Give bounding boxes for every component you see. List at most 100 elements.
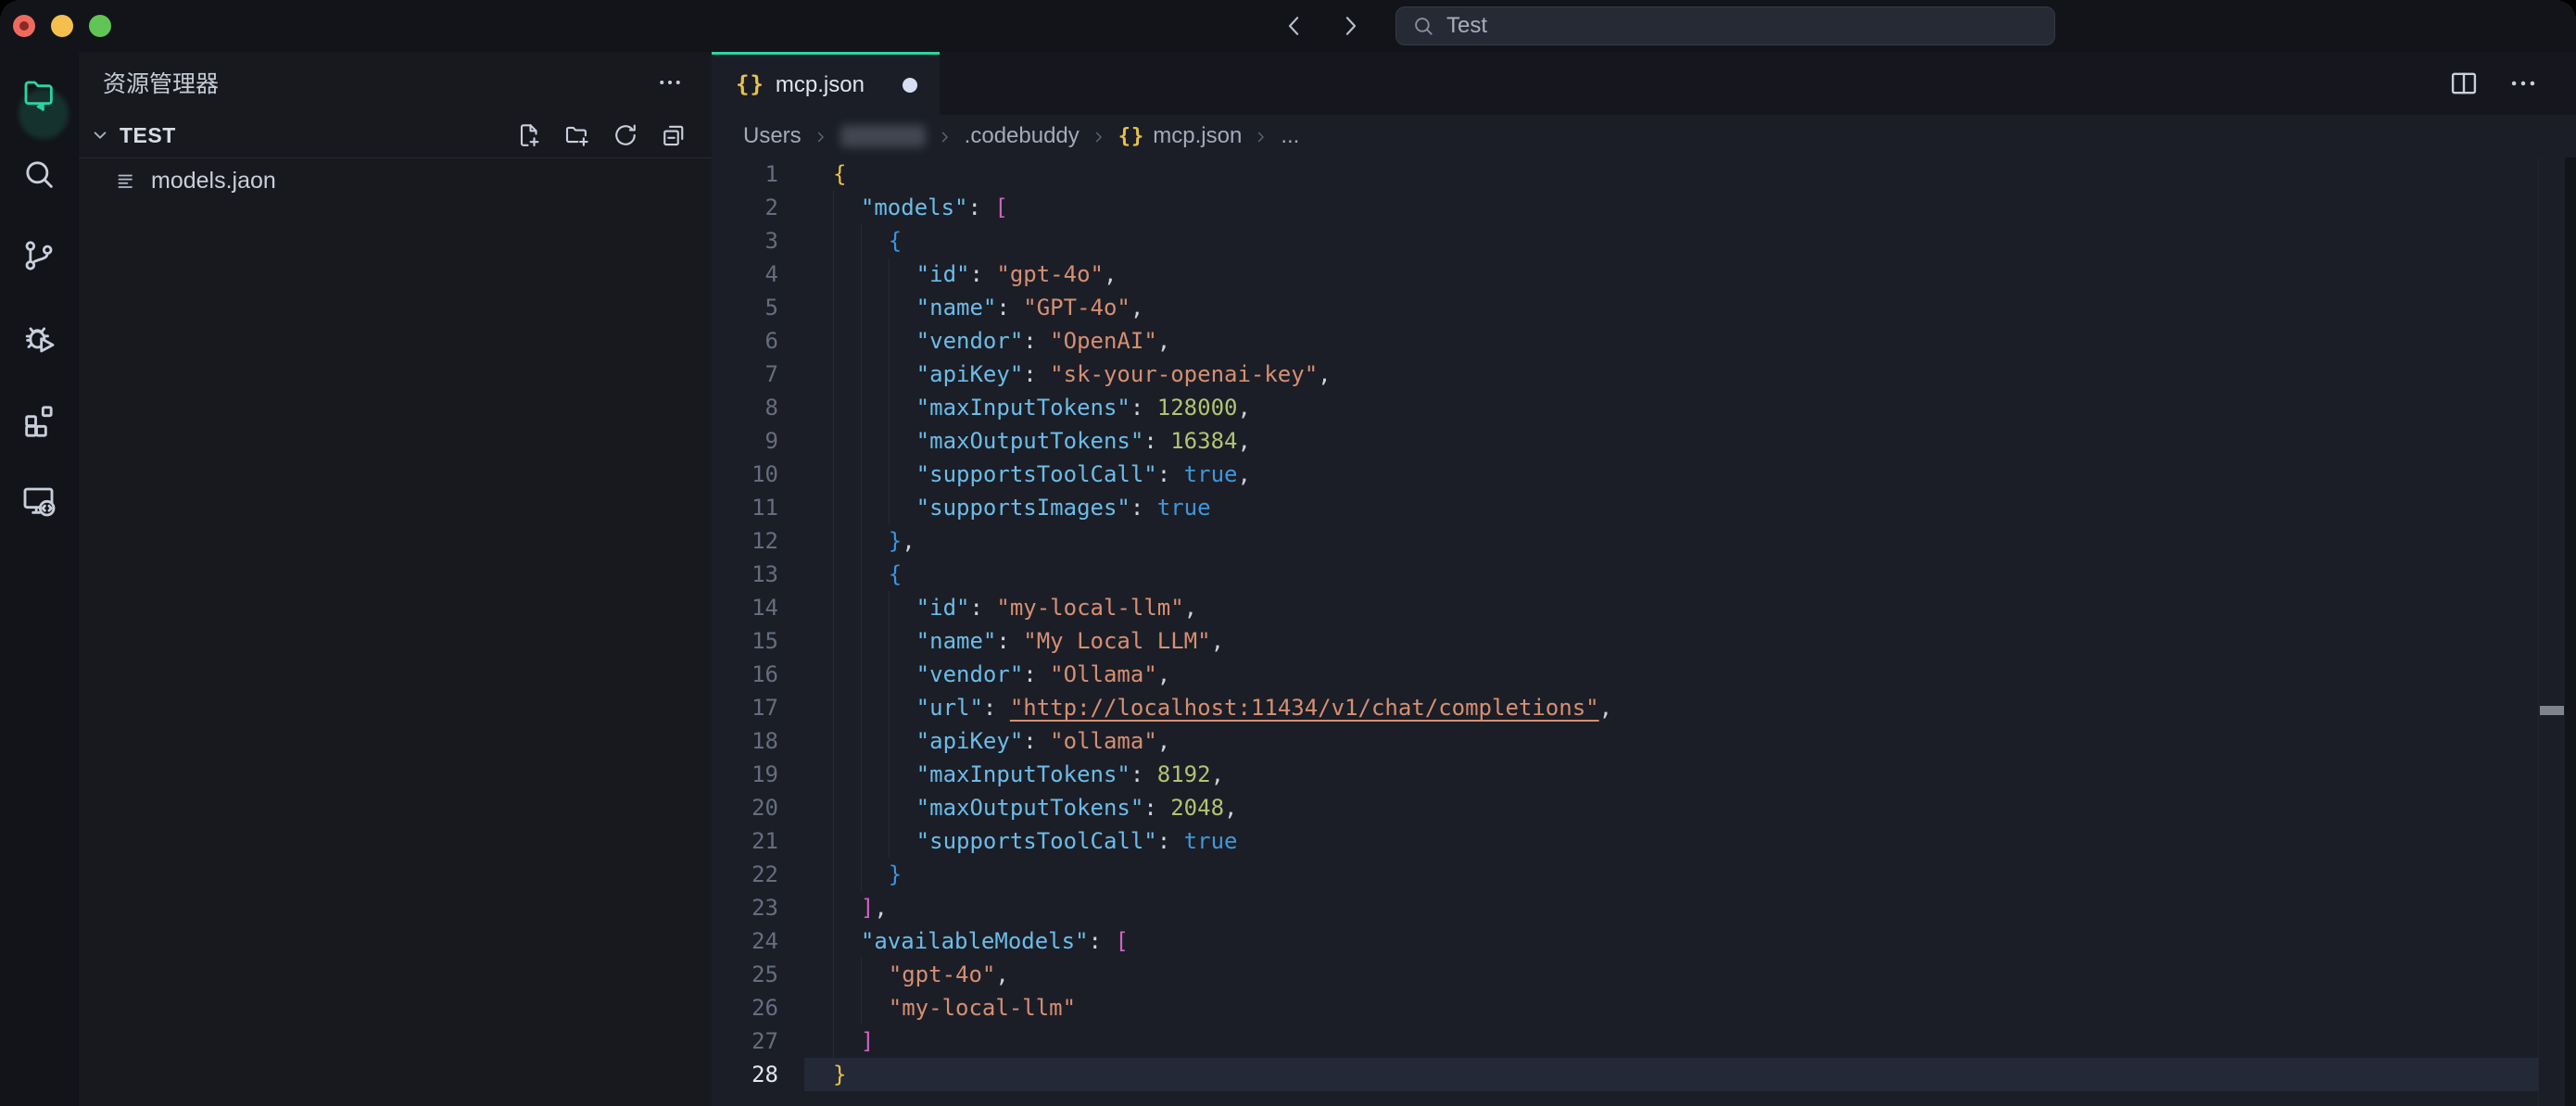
code-line-2[interactable]: 2"models": [ — [712, 191, 2576, 224]
line-number[interactable]: 24 — [712, 924, 778, 958]
code-line-20[interactable]: 20"maxOutputTokens": 2048, — [712, 791, 2576, 824]
new-folder-button[interactable] — [563, 121, 591, 149]
code-line-3[interactable]: 3{ — [712, 224, 2576, 258]
line-number[interactable]: 21 — [712, 824, 778, 858]
activity-item-source-control[interactable] — [0, 215, 78, 296]
explorer-section-header[interactable]: TEST — [79, 113, 712, 158]
forward-button[interactable] — [1336, 12, 1364, 40]
line-number[interactable]: 17 — [712, 691, 778, 724]
code-line-12[interactable]: 12}, — [712, 524, 2576, 558]
line-number[interactable]: 13 — [712, 558, 778, 591]
line-number[interactable]: 9 — [712, 424, 778, 458]
code-line-4[interactable]: 4"id": "gpt-4o", — [712, 258, 2576, 291]
split-editor-button[interactable] — [2448, 68, 2480, 99]
line-number[interactable]: 22 — [712, 858, 778, 891]
code-line-27[interactable]: 27] — [712, 1024, 2576, 1058]
modified-indicator[interactable] — [903, 78, 917, 93]
line-content: "maxOutputTokens": 16384, — [833, 424, 1251, 458]
tab-bar: {}mcp.json — [712, 52, 2576, 115]
line-number[interactable]: 5 — [712, 291, 778, 324]
code-line-11[interactable]: 11"supportsImages": true — [712, 491, 2576, 524]
token: : — [1157, 828, 1184, 854]
indent-guide — [861, 291, 889, 324]
file-row-models.jaon[interactable]: models.jaon — [79, 160, 712, 201]
line-number[interactable]: 7 — [712, 358, 778, 391]
command-search-input[interactable]: Test — [1395, 6, 2055, 45]
line-number[interactable]: 3 — [712, 224, 778, 258]
code-line-19[interactable]: 19"maxInputTokens": 8192, — [712, 758, 2576, 791]
line-number[interactable]: 18 — [712, 724, 778, 758]
code-area[interactable]: 1{2"models": [3{4"id": "gpt-4o",5"name":… — [712, 157, 2576, 1106]
line-number[interactable]: 12 — [712, 524, 778, 558]
token: } — [833, 1062, 846, 1087]
line-number[interactable]: 25 — [712, 958, 778, 991]
code-line-10[interactable]: 10"supportsToolCall": true, — [712, 458, 2576, 491]
activity-bar — [0, 52, 78, 1106]
line-number[interactable]: 4 — [712, 258, 778, 291]
code-line-16[interactable]: 16"vendor": "Ollama", — [712, 658, 2576, 691]
code-line-17[interactable]: 17"url": "http://localhost:11434/v1/chat… — [712, 691, 2576, 724]
code-line-7[interactable]: 7"apiKey": "sk-your-openai-key", — [712, 358, 2576, 391]
token: , — [1211, 628, 1224, 654]
line-content: "my-local-llm" — [833, 991, 1076, 1024]
activity-item-run-debug[interactable] — [0, 296, 78, 378]
code-line-5[interactable]: 5"name": "GPT-4o", — [712, 291, 2576, 324]
editor-more-button[interactable] — [2507, 68, 2539, 99]
close-button[interactable] — [13, 15, 35, 37]
code-line-1[interactable]: 1{ — [712, 157, 2576, 191]
code-line-6[interactable]: 6"vendor": "OpenAI", — [712, 324, 2576, 358]
breadcrumb-chevron-icon — [936, 128, 954, 146]
activity-item-search[interactable] — [0, 133, 78, 215]
line-number[interactable]: 16 — [712, 658, 778, 691]
scrollbar-marker[interactable] — [2540, 706, 2564, 715]
code-line-26[interactable]: 26 "my-local-llm" — [712, 991, 2576, 1024]
line-content: ] — [833, 1024, 874, 1058]
breadcrumb-item-.codebuddy[interactable]: .codebuddy — [965, 123, 1080, 149]
scrollbar-gutter[interactable] — [2538, 157, 2576, 1106]
line-content: "gpt-4o", — [833, 958, 1009, 991]
chevron-left-icon — [1281, 12, 1308, 40]
code-line-23[interactable]: 23], — [712, 891, 2576, 924]
line-number[interactable]: 26 — [712, 991, 778, 1024]
code-line-9[interactable]: 9 "maxOutputTokens": 16384, — [712, 424, 2576, 458]
line-number[interactable]: 15 — [712, 624, 778, 658]
code-line-25[interactable]: 25 "gpt-4o", — [712, 958, 2576, 991]
line-number[interactable]: 23 — [712, 891, 778, 924]
tab-mcp.json[interactable]: {}mcp.json — [712, 52, 940, 115]
code-line-18[interactable]: 18"apiKey": "ollama", — [712, 724, 2576, 758]
code-line-15[interactable]: 15"name": "My Local LLM", — [712, 624, 2576, 658]
breadcrumb-item-Users[interactable]: Users — [743, 123, 802, 149]
line-number[interactable]: 28 — [712, 1058, 778, 1091]
activity-item-extensions[interactable] — [0, 378, 78, 459]
line-number[interactable]: 1 — [712, 157, 778, 191]
line-number[interactable]: 11 — [712, 491, 778, 524]
line-number[interactable]: 27 — [712, 1024, 778, 1058]
indent-guide — [889, 424, 916, 458]
line-number[interactable]: 2 — [712, 191, 778, 224]
line-number[interactable]: 20 — [712, 791, 778, 824]
code-line-22[interactable]: 22} — [712, 858, 2576, 891]
activity-item-remote-explorer[interactable] — [0, 459, 78, 541]
code-line-8[interactable]: 8"maxInputTokens": 128000, — [712, 391, 2576, 424]
line-number[interactable]: 6 — [712, 324, 778, 358]
code-line-13[interactable]: 13{ — [712, 558, 2576, 591]
sidebar-more-button[interactable] — [656, 69, 684, 96]
collapse-folders-button[interactable] — [660, 121, 688, 149]
refresh-explorer-button[interactable] — [612, 121, 639, 149]
breadcrumb-item-mcp.json[interactable]: {}mcp.json — [1118, 123, 1243, 149]
activity-item-explorer[interactable] — [0, 52, 78, 133]
code-line-24[interactable]: 24"availableModels": [ — [712, 924, 2576, 958]
line-number[interactable]: 8 — [712, 391, 778, 424]
line-number[interactable]: 10 — [712, 458, 778, 491]
line-number[interactable]: 14 — [712, 591, 778, 624]
back-button[interactable] — [1281, 12, 1308, 40]
code-line-14[interactable]: 14"id": "my-local-llm", — [712, 591, 2576, 624]
breadcrumb-item-...[interactable]: ... — [1281, 123, 1299, 149]
zoom-button[interactable] — [89, 15, 111, 37]
token: "maxInputTokens" — [916, 395, 1130, 421]
code-line-28[interactable]: 28} — [712, 1058, 2576, 1091]
code-line-21[interactable]: 21"supportsToolCall": true — [712, 824, 2576, 858]
line-number[interactable]: 19 — [712, 758, 778, 791]
minimize-button[interactable] — [51, 15, 73, 37]
new-file-button[interactable] — [515, 121, 543, 149]
